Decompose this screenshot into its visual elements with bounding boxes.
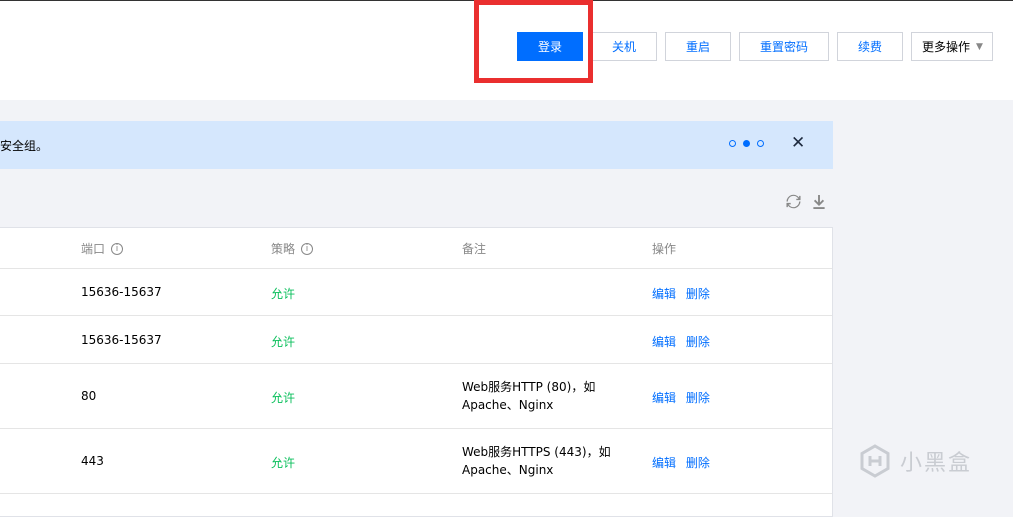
table-row: 443 允许 Web服务HTTPS (443)，如 Apache、Nginx 编… [0,429,832,494]
header-port: 端口 i [81,240,124,257]
renew-button[interactable]: 续费 [837,32,903,61]
edit-link[interactable]: 编辑 [652,287,676,301]
delete-link[interactable]: 删除 [686,335,710,349]
shutdown-button[interactable]: 关机 [591,32,657,61]
action-cell: 编辑 删除 [652,285,710,302]
pager-dot-icon[interactable] [729,140,736,147]
edit-link[interactable]: 编辑 [652,391,676,405]
more-actions-dropdown[interactable]: 更多操作 ▼ [911,32,993,61]
port-cell: 15636-15637 [81,333,162,347]
header-policy: 策略 i [271,240,314,257]
table-header: 端口 i 策略 i 备注 操作 [0,228,832,269]
note-line: Apache、Nginx [462,463,554,477]
policy-cell: 允许 [271,391,296,405]
policy-cell: 允许 [271,335,296,349]
note-cell: Web服务HTTPS (443)，如 Apache、Nginx [462,443,632,479]
watermark-text: 小黑盒 [900,451,973,476]
action-cell: 编辑 删除 [652,333,710,350]
info-icon[interactable]: i [301,242,314,255]
header-note-label: 备注 [462,242,487,256]
watermark-logo-icon [858,444,892,478]
security-rules-table: 端口 i 策略 i 备注 操作 15636-15637 允许 编辑 删除 156… [0,227,833,517]
close-icon[interactable]: ✕ [791,133,805,153]
note-line: Apache、Nginx [462,398,554,412]
note-line: Web服务HTTP (80)，如 [462,380,596,394]
header-policy-label: 策略 [271,242,296,256]
header-note: 备注 [462,240,486,257]
notice-banner: 安全组。 ✕ [0,121,833,169]
action-cell: 编辑 删除 [652,389,710,406]
port-cell: 15636-15637 [81,285,162,299]
restart-button[interactable]: 重启 [665,32,731,61]
reset-password-button[interactable]: 重置密码 [739,32,829,61]
port-cell: 80 [81,389,97,403]
policy-cell: 允许 [271,456,296,470]
edit-link[interactable]: 编辑 [652,456,676,470]
note-line: Web服务HTTPS (443)，如 [462,445,611,459]
notice-text: 安全组。 [0,139,49,153]
download-icon[interactable] [812,194,826,213]
more-actions-label: 更多操作 [922,40,971,54]
delete-link[interactable]: 删除 [686,456,710,470]
header-actions-label: 操作 [652,242,677,256]
header-port-label: 端口 [81,242,106,256]
port-cell: 443 [81,454,104,468]
delete-link[interactable]: 删除 [686,391,710,405]
info-icon[interactable]: i [111,242,124,255]
header-actions: 操作 [652,240,676,257]
refresh-icon[interactable] [786,194,801,213]
watermark: 小黑盒 [858,444,972,478]
chevron-down-icon: ▼ [976,41,983,52]
pager-dot-active-icon[interactable] [743,140,750,147]
policy-cell: 允许 [271,287,296,301]
edit-link[interactable]: 编辑 [652,335,676,349]
notice-pager [729,140,764,147]
top-toolbar: 登录 关机 重启 重置密码 续费 更多操作 ▼ [0,0,1013,100]
pager-dot-icon[interactable] [757,140,764,147]
table-row: 80 允许 Web服务HTTP (80)，如 Apache、Nginx 编辑 删… [0,364,832,429]
delete-link[interactable]: 删除 [686,287,710,301]
table-row: 15636-15637 允许 编辑 删除 [0,316,832,364]
table-row: 15636-15637 允许 编辑 删除 [0,268,832,316]
login-button[interactable]: 登录 [517,32,583,61]
note-cell: Web服务HTTP (80)，如 Apache、Nginx [462,378,632,414]
action-cell: 编辑 删除 [652,454,710,471]
